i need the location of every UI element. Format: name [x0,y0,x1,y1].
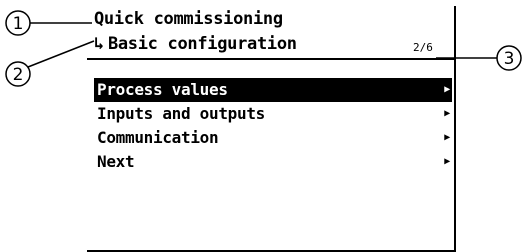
callout-1: 1 [5,10,92,36]
callout-2: 2 [5,40,95,87]
menu-item-next[interactable]: Next ▶ [94,150,452,174]
screen-subtitle-label: Basic configuration [107,34,297,54]
header-divider [87,58,454,60]
callout-2-number: 2 [13,65,24,85]
submenu-arrow-icon: ▶ [444,132,450,143]
menu-item-label: Inputs and outputs [97,104,265,123]
submenu-arrow-icon: ▶ [444,108,450,119]
return-arrow-icon: ↳ [94,34,104,54]
submenu-arrow-icon: ▶ [444,84,450,95]
screen-title: Quick commissioning [94,9,283,29]
menu-item-label: Process values [97,80,228,99]
menu-list: Process values ▶ Inputs and outputs ▶ Co… [94,78,452,174]
menu-item-process-values[interactable]: Process values ▶ [94,78,452,102]
menu-item-label: Next [97,152,135,171]
callout-1-number: 1 [13,14,24,34]
screen-subtitle: ↳ Basic configuration [94,34,297,54]
menu-item-label: Communication [97,128,219,147]
menu-item-communication[interactable]: Communication ▶ [94,126,452,150]
page-indicator: 2/6 [413,41,433,54]
display-screen: Quick commissioning ↳ Basic configuration… [87,6,456,252]
callout-3-number: 3 [504,49,515,69]
submenu-arrow-icon: ▶ [444,156,450,167]
menu-item-inputs-and-outputs[interactable]: Inputs and outputs ▶ [94,102,452,126]
